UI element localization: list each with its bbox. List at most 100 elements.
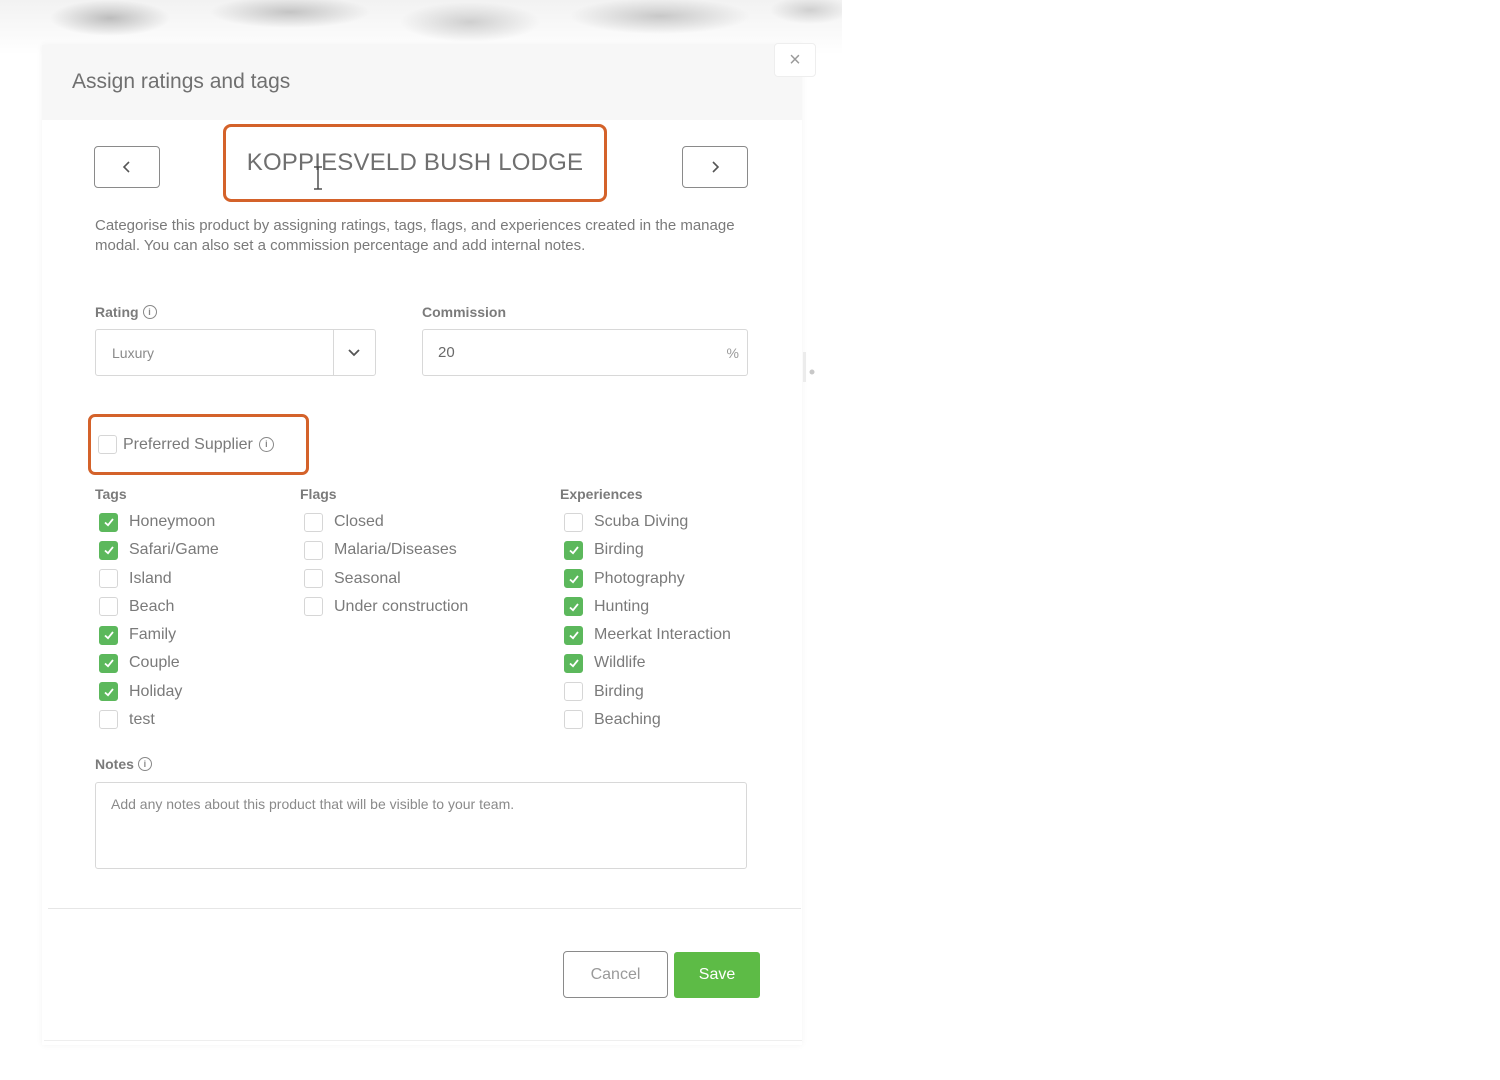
- tag-option[interactable]: Beach: [99, 593, 219, 621]
- close-icon: ×: [789, 48, 801, 71]
- preferred-supplier-checkbox[interactable]: Preferred Supplier i: [98, 435, 274, 454]
- checkmark-icon: [568, 575, 579, 584]
- flag-option[interactable]: Malaria/Diseases: [304, 536, 468, 564]
- checkmark-icon: [103, 631, 114, 640]
- chevron-down-icon[interactable]: [347, 347, 361, 359]
- save-button[interactable]: Save: [674, 952, 760, 998]
- option-label: Hunting: [594, 597, 650, 615]
- flag-option[interactable]: Under construction: [304, 593, 468, 621]
- option-label: Birding: [594, 541, 644, 559]
- info-icon[interactable]: i: [137, 757, 152, 771]
- checkbox[interactable]: [304, 540, 323, 560]
- experience-option[interactable]: Hunting: [564, 593, 731, 621]
- experience-option[interactable]: Birding: [564, 678, 731, 706]
- checkmark-icon: [568, 603, 579, 612]
- notes-label-group: Notes i: [95, 756, 152, 772]
- rating-select[interactable]: Luxury: [95, 329, 376, 376]
- next-product-button[interactable]: [682, 146, 748, 188]
- option-label: Island: [129, 569, 172, 587]
- experiences-list: Scuba Diving Birding Photography Hunting Mee…: [564, 508, 731, 734]
- option-label: Malaria/Diseases: [334, 541, 457, 559]
- checkmark-icon: [103, 546, 114, 555]
- checkbox-checked[interactable]: [99, 682, 118, 702]
- checkbox[interactable]: [564, 710, 583, 730]
- experience-option[interactable]: Photography: [564, 565, 731, 593]
- checkbox-checked[interactable]: [564, 653, 583, 673]
- info-icon[interactable]: i: [142, 305, 157, 319]
- modal-description: Categorise this product by assigning rat…: [95, 217, 735, 254]
- modal-title: Assign ratings and tags: [72, 70, 291, 93]
- notes-textarea[interactable]: [95, 782, 747, 869]
- commission-input[interactable]: 20 %: [422, 329, 748, 376]
- chevron-right-icon: [712, 161, 720, 173]
- option-label: test: [129, 710, 155, 728]
- info-icon[interactable]: i: [258, 437, 274, 452]
- checkbox[interactable]: [304, 512, 323, 532]
- commission-unit: %: [726, 345, 739, 361]
- option-label: Holiday: [129, 682, 183, 700]
- option-label: Family: [129, 626, 177, 644]
- drag-handle-icon: [803, 352, 815, 382]
- checkbox[interactable]: [98, 435, 117, 454]
- commission-value: 20: [438, 344, 455, 361]
- checkmark-icon: [103, 659, 114, 668]
- checkbox-checked[interactable]: [99, 653, 118, 673]
- footer-divider: [48, 908, 801, 909]
- tag-option[interactable]: Holiday: [99, 678, 219, 706]
- checkbox-checked[interactable]: [564, 540, 583, 560]
- tag-option[interactable]: test: [99, 706, 219, 734]
- experience-option[interactable]: Meerkat Interaction: [564, 621, 731, 649]
- checkbox[interactable]: [99, 569, 118, 589]
- modal-header: Assign ratings and tags: [42, 45, 802, 120]
- close-button[interactable]: ×: [774, 43, 816, 77]
- select-divider: [333, 330, 334, 375]
- tags-list: Honeymoon Safari/Game Island Beach Family Cou…: [99, 508, 219, 734]
- option-label: Birding: [594, 682, 644, 700]
- experience-option[interactable]: Birding: [564, 536, 731, 564]
- rating-label-group: Rating i: [95, 304, 157, 320]
- option-label: Seasonal: [334, 569, 401, 587]
- experience-option[interactable]: Wildlife: [564, 649, 731, 677]
- experiences-title: Experiences: [560, 486, 643, 502]
- rating-select-value: Luxury: [112, 345, 155, 361]
- tag-option[interactable]: Family: [99, 621, 219, 649]
- checkbox[interactable]: [304, 597, 323, 617]
- experience-option[interactable]: Scuba Diving: [564, 508, 731, 536]
- tag-option[interactable]: Couple: [99, 649, 219, 677]
- notes-label: Notes: [95, 756, 134, 772]
- tag-option[interactable]: Safari/Game: [99, 536, 219, 564]
- checkbox-checked[interactable]: [99, 512, 118, 532]
- tag-option[interactable]: Island: [99, 565, 219, 593]
- flag-option[interactable]: Closed: [304, 508, 468, 536]
- option-label: Photography: [594, 569, 685, 587]
- checkbox-checked[interactable]: [99, 540, 118, 560]
- option-label: Beaching: [594, 710, 661, 728]
- checkbox[interactable]: [99, 597, 118, 617]
- tag-option[interactable]: Honeymoon: [99, 508, 219, 536]
- option-label: Beach: [129, 597, 175, 615]
- checkbox[interactable]: [99, 710, 118, 730]
- tags-title: Tags: [95, 486, 127, 502]
- option-label: Safari/Game: [129, 541, 219, 559]
- experience-option[interactable]: Beaching: [564, 706, 731, 734]
- checkbox-checked[interactable]: [564, 597, 583, 617]
- option-label: Scuba Diving: [594, 513, 689, 531]
- previous-product-button[interactable]: [94, 146, 160, 188]
- checkbox-checked[interactable]: [99, 625, 118, 645]
- checkbox-checked[interactable]: [564, 569, 583, 589]
- flags-title: Flags: [300, 486, 337, 502]
- flags-list: Closed Malaria/Diseases Seasonal Under cons…: [304, 508, 468, 621]
- option-label: Honeymoon: [129, 513, 216, 531]
- checkbox[interactable]: [564, 512, 583, 532]
- flag-option[interactable]: Seasonal: [304, 565, 468, 593]
- product-title-highlight: KOPPIESVELD BUSH LODGE: [223, 124, 607, 202]
- checkbox[interactable]: [564, 682, 583, 702]
- text-cursor-icon: [314, 166, 322, 190]
- checkbox[interactable]: [304, 569, 323, 589]
- cancel-button[interactable]: Cancel: [563, 951, 668, 998]
- modal-bottom-edge: [44, 1040, 802, 1041]
- checkmark-icon: [568, 659, 579, 668]
- checkbox-checked[interactable]: [564, 625, 583, 645]
- checkmark-icon: [568, 546, 579, 555]
- commission-label: Commission: [422, 304, 507, 320]
